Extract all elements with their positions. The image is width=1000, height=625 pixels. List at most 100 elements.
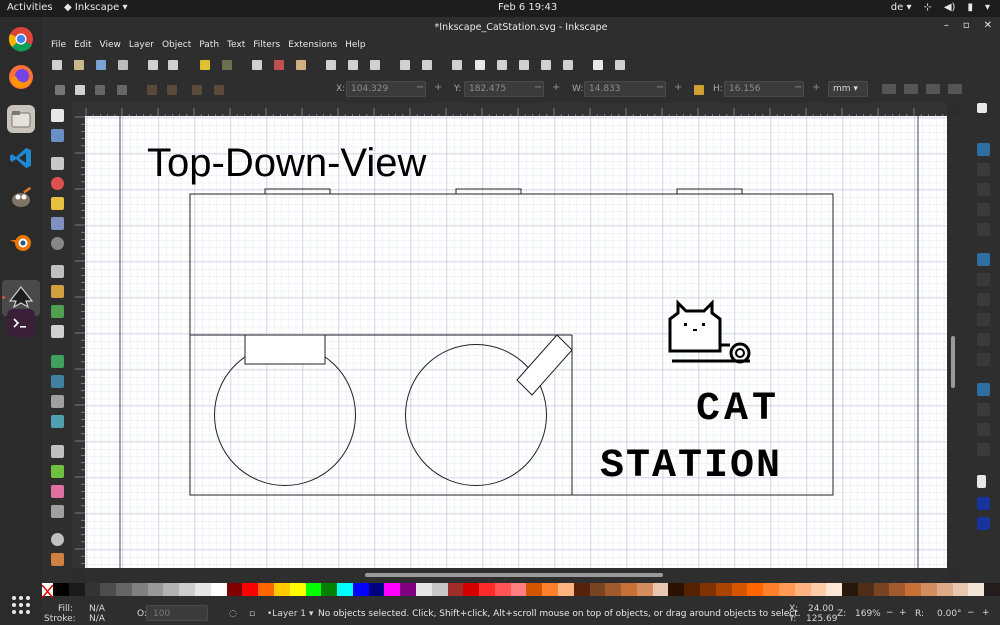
color-swatch[interactable] [589, 583, 606, 596]
activities-button[interactable]: Activities [7, 2, 53, 13]
maximize-icon[interactable]: ▫ [963, 20, 970, 31]
unit-select[interactable]: mm ▾ [828, 81, 868, 97]
color-swatch[interactable] [668, 583, 685, 596]
transform-patterns-icon[interactable] [948, 84, 962, 94]
horizontal-scrollbar[interactable] [85, 568, 947, 581]
copy-icon[interactable] [252, 60, 262, 70]
no-paint-swatch[interactable] [41, 583, 54, 599]
layer-select[interactable]: •Layer 1 ▾ [267, 609, 313, 619]
w-minus-icon[interactable]: − [656, 82, 664, 93]
rotate-plus-icon[interactable]: + [982, 608, 990, 618]
color-swatch[interactable] [400, 583, 416, 596]
lock-layer-icon[interactable]: ▫ [249, 609, 255, 619]
redo-icon[interactable] [222, 60, 232, 70]
zoom-tool-icon[interactable] [51, 533, 64, 546]
rotation-value[interactable]: 0.00° [937, 609, 962, 619]
zoom-in-icon[interactable]: + [899, 608, 907, 618]
snap-grids-icon[interactable] [977, 497, 990, 510]
paint-bucket-tool-icon[interactable] [51, 415, 64, 428]
paste-icon[interactable] [296, 60, 306, 70]
menu-filters[interactable]: Filters [249, 37, 284, 54]
color-swatch[interactable] [258, 583, 274, 596]
eraser-tool-icon[interactable] [51, 485, 64, 498]
color-swatch[interactable] [636, 583, 653, 596]
firefox-icon[interactable] [7, 63, 35, 91]
undo-icon[interactable] [200, 60, 210, 70]
zoom-value[interactable]: 169% [855, 609, 881, 619]
spiral-tool-icon[interactable] [51, 237, 64, 250]
color-swatch[interactable] [479, 583, 495, 596]
transform-gradients-icon[interactable] [926, 84, 940, 94]
save-icon[interactable] [96, 60, 106, 70]
menu-object[interactable]: Object [158, 37, 195, 54]
y-field[interactable]: 182.475 [464, 81, 544, 97]
color-swatch[interactable] [621, 583, 637, 596]
x-minus-icon[interactable]: − [416, 82, 424, 93]
color-swatch[interactable] [857, 583, 874, 596]
node-tool-icon[interactable] [51, 129, 64, 142]
select-all-layers-icon[interactable] [75, 85, 85, 95]
print-icon[interactable] [118, 60, 128, 70]
raise-icon[interactable] [192, 85, 202, 95]
color-swatch[interactable] [747, 583, 764, 596]
duplicate-icon[interactable] [326, 60, 336, 70]
pen-tool-icon[interactable] [51, 285, 64, 298]
menu-edit[interactable]: Edit [70, 37, 95, 54]
color-swatch[interactable] [289, 583, 306, 596]
color-swatch[interactable] [368, 583, 385, 596]
snap-intersections-icon[interactable] [977, 293, 990, 306]
color-swatch[interactable] [179, 583, 196, 596]
color-swatch[interactable] [889, 583, 906, 596]
color-swatch[interactable] [321, 583, 338, 596]
h-field[interactable]: 16.156 [724, 81, 804, 97]
color-swatch[interactable] [810, 583, 827, 596]
text-tool-icon[interactable] [51, 325, 64, 338]
flip-vertical-icon[interactable] [167, 85, 177, 95]
color-swatch[interactable] [526, 583, 543, 596]
pencil-tool-icon[interactable] [51, 265, 64, 278]
snap-object-centers-icon[interactable] [977, 403, 990, 416]
snap-midpoints-icon[interactable] [977, 353, 990, 366]
objects-icon[interactable] [541, 60, 551, 70]
color-swatch[interactable] [684, 583, 701, 596]
color-swatch[interactable] [920, 583, 937, 596]
color-swatch[interactable] [384, 583, 401, 596]
color-swatch[interactable] [84, 583, 101, 596]
color-swatch[interactable] [163, 583, 180, 596]
selector-tool-icon[interactable] [51, 109, 64, 122]
lower-icon[interactable] [214, 85, 224, 95]
clone-icon[interactable] [348, 60, 358, 70]
vscode-icon[interactable] [7, 144, 35, 172]
top-down-view-heading[interactable]: Top-Down-View [147, 141, 426, 185]
color-swatch[interactable] [573, 583, 590, 596]
color-swatch[interactable] [605, 583, 622, 596]
drawing-canvas[interactable]: Top-Down-View CAT STATION [85, 116, 947, 568]
menu-path[interactable]: Path [195, 37, 223, 54]
color-swatch[interactable] [873, 583, 890, 596]
x-plus-icon[interactable]: + [434, 82, 442, 93]
menu-extensions[interactable]: Extensions [284, 37, 341, 54]
color-swatch[interactable] [131, 583, 148, 596]
snap-bbox-centers-icon[interactable] [977, 223, 990, 236]
color-swatch[interactable] [100, 583, 117, 596]
color-swatch[interactable] [778, 583, 795, 596]
bowl-left-clip[interactable] [244, 334, 326, 365]
3d-box-tool-icon[interactable] [51, 217, 64, 230]
snap-smooth-nodes-icon[interactable] [977, 333, 990, 346]
terminal-icon[interactable] [7, 309, 35, 337]
rectangle-tool-icon[interactable] [51, 157, 64, 170]
color-swatch[interactable] [447, 583, 464, 596]
app-menu[interactable]: ◆ Inkscape ▾ [64, 2, 128, 13]
w-field[interactable]: 14.833 [584, 81, 666, 97]
x-field[interactable]: 104.329 [346, 81, 426, 97]
snap-text-baseline-icon[interactable] [977, 443, 990, 456]
color-swatch[interactable] [731, 583, 748, 596]
zoom-out-icon[interactable]: − [886, 608, 894, 618]
color-swatch[interactable] [226, 583, 243, 596]
h-plus-icon[interactable]: + [812, 82, 820, 93]
snap-bbox-edges-icon[interactable] [977, 163, 990, 176]
text-font-icon[interactable] [475, 60, 485, 70]
ellipse-tool-icon[interactable] [51, 177, 64, 190]
color-swatch[interactable] [305, 583, 322, 596]
select-all-icon[interactable] [55, 85, 65, 95]
